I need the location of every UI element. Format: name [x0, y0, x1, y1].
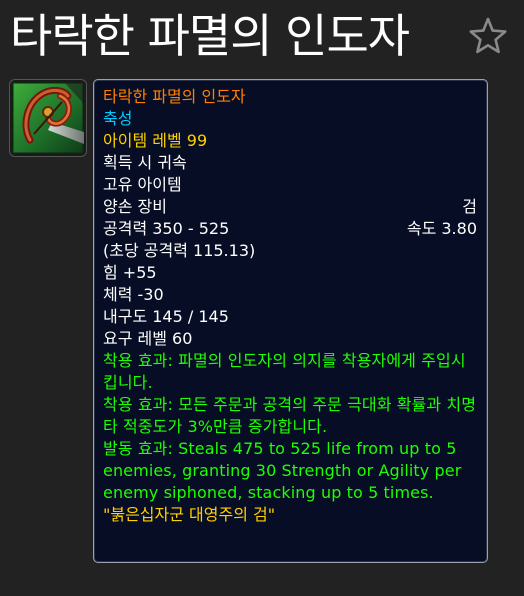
- item-level: 아이템 레벨 99: [103, 130, 477, 152]
- item-stat-strength: 힘 +55: [103, 263, 157, 282]
- item-dps: (초당 공격력 115.13): [103, 241, 256, 260]
- page-title: 타락한 파멸의 인도자: [10, 9, 410, 63]
- item-quality: 축성: [103, 109, 133, 128]
- item-required-level: 요구 레벨 60: [103, 329, 193, 348]
- item-slot-row: 양손 장비 검: [103, 196, 477, 218]
- item-binding: 획득 시 귀속: [103, 153, 187, 172]
- bow-weapon-item-icon[interactable]: [10, 80, 86, 156]
- item-name: 타락한 파멸의 인도자: [103, 87, 246, 106]
- item-speed: 속도 3.80: [406, 219, 477, 238]
- star-outline-icon[interactable]: [468, 16, 508, 56]
- item-flavor-text: "붉은십자군 대영주의 검": [103, 505, 276, 524]
- item-equip-effect-1[interactable]: 착용 효과: 파멸의 인도자의 의지를 착용자에게 주입시킵니다.: [103, 350, 477, 394]
- item-stat-stamina: 체력 -30: [103, 285, 164, 304]
- item-equip-effect-2[interactable]: 착용 효과: 모든 주문과 공격의 주문 극대화 확률과 치명타 적중도가 3%…: [103, 394, 477, 438]
- item-level-label: 아이템 레벨: [103, 131, 187, 150]
- item-damage: 공격력 350 - 525: [103, 219, 230, 238]
- item-level-value: 99: [186, 131, 208, 150]
- item-durability: 내구도 145 / 145: [103, 307, 229, 326]
- item-weapon-type: 검: [462, 197, 477, 216]
- item-unique: 고유 아이템: [103, 175, 182, 194]
- item-slot: 양손 장비: [103, 197, 167, 216]
- item-damage-row: 공격력 350 - 525 속도 3.80: [103, 218, 477, 240]
- item-use-effect[interactable]: 발동 효과: Steals 475 to 525 life from up to…: [103, 438, 477, 504]
- item-tooltip: 타락한 파멸의 인도자 축성 아이템 레벨 99 획득 시 귀속 고유 아이템 …: [93, 79, 488, 563]
